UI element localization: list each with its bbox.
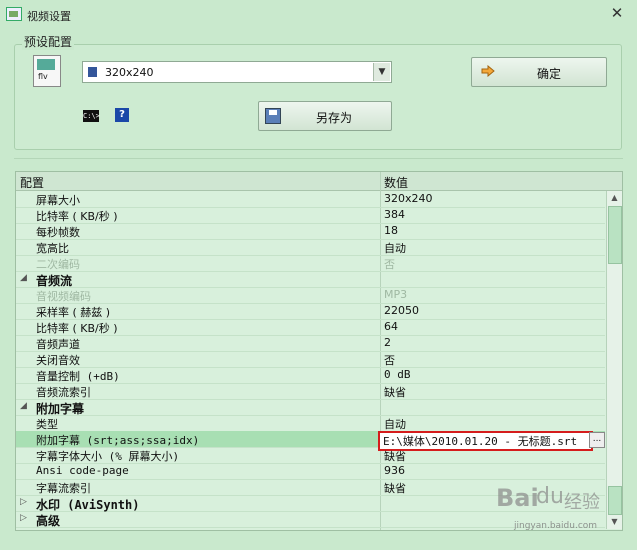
table-row[interactable]: 类型 自动 — [16, 415, 605, 432]
row-value: 自动 — [384, 418, 406, 431]
row-value: 384 — [384, 208, 405, 221]
row-key: 采样率 ( 赫兹 ) — [36, 306, 111, 319]
flv-badge: flv — [38, 72, 48, 81]
table-row[interactable]: 音频声道 2 — [16, 335, 605, 352]
baidu-watermark: Bai du 经验 jingyan.baidu.com — [468, 478, 628, 540]
row-key: Ansi code-page — [36, 464, 129, 477]
help-icon[interactable]: ? — [115, 108, 129, 122]
preset-combo-value: 320x240 — [105, 66, 154, 79]
file-icon — [88, 67, 97, 77]
row-value: 936 — [384, 464, 405, 477]
row-value: 否 — [384, 258, 395, 271]
command-line-icon[interactable]: C:\> — [83, 110, 100, 122]
table-row: 二次编码 否 — [16, 255, 605, 272]
row-key: 关闭音效 — [36, 354, 80, 367]
row-value: MP3 — [384, 288, 408, 301]
ok-button-label: 确定 — [537, 67, 562, 81]
table-row[interactable]: 比特率 ( KB/秒 ) 384 — [16, 207, 605, 224]
row-key: 音视频编码 — [36, 290, 91, 303]
row-key: 宽高比 — [36, 242, 69, 255]
save-disk-icon — [265, 108, 281, 124]
browse-button[interactable]: ... — [589, 432, 605, 448]
category-row-subtitles[interactable]: ◢ 附加字幕 — [16, 399, 605, 416]
table-row[interactable]: 屏幕大小 320x240 — [16, 191, 605, 208]
expand-icon[interactable]: ▷ — [20, 497, 27, 507]
flv-file-icon: flv — [33, 55, 61, 87]
divider — [14, 158, 623, 159]
save-as-button-label: 另存为 — [316, 111, 353, 125]
table-row[interactable]: 字幕字体大小 (% 屏幕大小) 缺省 — [16, 447, 605, 464]
row-value: 18 — [384, 224, 398, 237]
row-value: 64 — [384, 320, 398, 333]
row-key: 字幕流索引 — [36, 482, 91, 495]
row-key: 音频声道 — [36, 338, 80, 351]
table-row: 音视频编码 MP3 — [16, 287, 605, 304]
table-row[interactable]: 音频流索引 缺省 — [16, 383, 605, 400]
watermark-paw: du — [536, 484, 564, 509]
table-row[interactable]: 音量控制 (+dB) 0 dB — [16, 367, 605, 384]
watermark-logo: Bai — [496, 484, 539, 512]
ok-button[interactable]: 确定 — [471, 57, 607, 87]
row-key: 类型 — [36, 418, 58, 431]
row-key: 二次编码 — [36, 258, 80, 271]
row-key: 比特率 ( KB/秒 ) — [36, 322, 118, 335]
preset-combo[interactable]: 320x240 ▼ — [82, 61, 392, 83]
chevron-down-icon[interactable]: ▼ — [373, 63, 390, 81]
row-value: 缺省 — [384, 386, 406, 399]
row-key: 比特率 ( KB/秒 ) — [36, 210, 118, 223]
window-title: 视频设置 — [27, 10, 71, 23]
table-row[interactable]: 宽高比 自动 — [16, 239, 605, 256]
arrow-right-icon — [481, 65, 495, 77]
table-row[interactable]: 每秒帧数 18 — [16, 223, 605, 240]
table-row[interactable]: 关闭音效 否 — [16, 351, 605, 368]
watermark-brand: 经验 — [564, 492, 600, 513]
row-value: 缺省 — [384, 450, 406, 463]
collapse-icon[interactable]: ◢ — [20, 401, 27, 411]
scroll-thumb[interactable] — [608, 206, 622, 264]
expand-icon[interactable]: ▷ — [20, 513, 27, 523]
row-value: 22050 — [384, 304, 419, 317]
collapse-icon[interactable]: ◢ — [20, 273, 27, 283]
watermark-url: jingyan.baidu.com — [514, 521, 598, 531]
row-value: 0 dB — [384, 368, 411, 381]
table-row[interactable]: 采样率 ( 赫兹 ) 22050 — [16, 303, 605, 320]
preset-group-label: 预设配置 — [22, 33, 75, 50]
row-value: 2 — [384, 336, 391, 349]
header-config: 配置 — [20, 176, 45, 190]
row-key: 音频流索引 — [36, 386, 91, 399]
table-row[interactable]: 比特率 ( KB/秒 ) 64 — [16, 319, 605, 336]
title-bar: 视频设置 ✕ — [0, 0, 637, 28]
row-key: 每秒帧数 — [36, 226, 80, 239]
category-row-audio[interactable]: ◢ 音频流 — [16, 271, 605, 288]
scroll-up-icon[interactable]: ▲ — [607, 191, 622, 205]
row-key: 屏幕大小 — [36, 194, 80, 207]
app-icon — [6, 7, 22, 21]
close-button[interactable]: ✕ — [606, 3, 628, 23]
row-key: 字幕字体大小 (% 屏幕大小) — [36, 450, 180, 463]
settings-grid: 配置 数值 屏幕大小 320x240 比特率 ( KB/秒 ) 384 每秒帧数… — [15, 171, 623, 531]
row-value: 否 — [384, 354, 395, 367]
row-key: 附加字幕 (srt;ass;ssa;idx) — [36, 434, 200, 447]
row-value: 缺省 — [384, 482, 406, 495]
save-as-button[interactable]: 另存为 — [258, 101, 392, 131]
row-key: 音量控制 (+dB) — [36, 370, 120, 383]
row-value: 320x240 — [384, 192, 433, 205]
category-label: 高级 — [36, 514, 61, 528]
header-value: 数值 — [384, 176, 409, 190]
row-value: 自动 — [384, 242, 406, 255]
grid-header: 配置 数值 — [16, 172, 622, 191]
